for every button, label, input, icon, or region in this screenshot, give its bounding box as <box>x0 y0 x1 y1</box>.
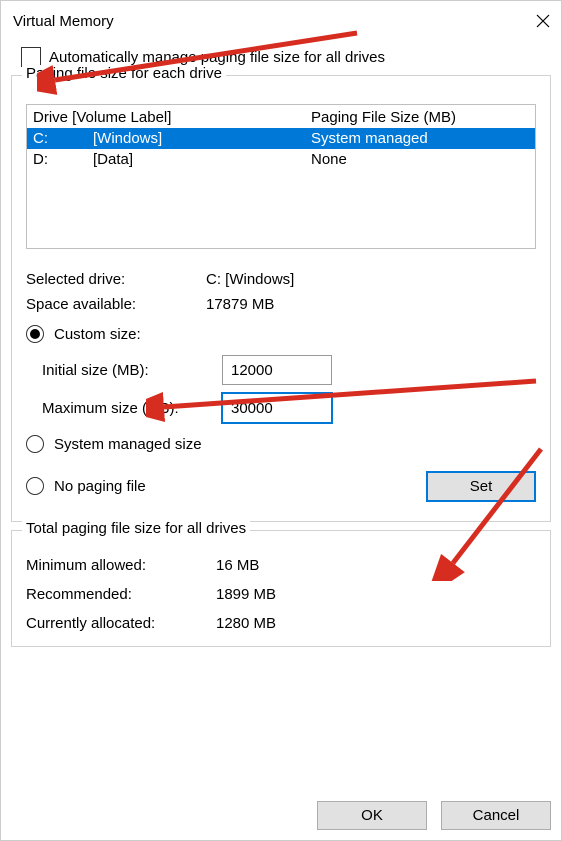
drive-volume: [Windows] <box>93 130 311 147</box>
drive-header-size: Paging File Size (MB) <box>311 109 529 126</box>
recommended-value: 1899 MB <box>216 586 536 603</box>
drive-header-drive: Drive [Volume Label] <box>33 109 311 126</box>
initial-size-input[interactable] <box>222 355 332 385</box>
drive-list-header: Drive [Volume Label] Paging File Size (M… <box>27 105 535 128</box>
close-icon[interactable] <box>535 13 551 29</box>
dialog-footer: OK Cancel <box>317 801 551 830</box>
system-managed-radio[interactable] <box>26 435 44 453</box>
auto-manage-label: Automatically manage paging file size fo… <box>49 49 385 66</box>
drive-letter: D: <box>33 151 93 168</box>
min-allowed-value: 16 MB <box>216 557 536 574</box>
recommended-label: Recommended: <box>26 586 216 603</box>
drive-row[interactable]: D: [Data] None <box>27 149 535 170</box>
allocated-label: Currently allocated: <box>26 615 216 632</box>
drive-volume: [Data] <box>93 151 311 168</box>
drive-list[interactable]: Drive [Volume Label] Paging File Size (M… <box>26 104 536 249</box>
auto-manage-row: Automatically manage paging file size fo… <box>21 47 545 67</box>
initial-size-row: Initial size (MB): <box>42 355 536 385</box>
window-title: Virtual Memory <box>13 13 114 30</box>
drive-size: None <box>311 151 529 168</box>
selected-drive-value: C: [Windows] <box>206 271 536 288</box>
max-size-input[interactable] <box>222 393 332 423</box>
no-paging-radio[interactable] <box>26 477 44 495</box>
custom-size-radio[interactable] <box>26 325 44 343</box>
no-paging-radio-row[interactable]: No paging file <box>26 477 146 495</box>
totals-fieldset: Total paging file size for all drives Mi… <box>11 530 551 647</box>
max-size-label: Maximum size (MB): <box>42 400 222 417</box>
allocated-value: 1280 MB <box>216 615 536 632</box>
ok-button[interactable]: OK <box>317 801 427 830</box>
auto-manage-checkbox[interactable] <box>21 47 41 67</box>
custom-size-radio-row[interactable]: Custom size: <box>26 325 536 343</box>
drive-fieldset: Paging file size for each drive Drive [V… <box>11 75 551 522</box>
selected-drive-label: Selected drive: <box>26 271 206 288</box>
initial-size-label: Initial size (MB): <box>42 362 222 379</box>
no-paging-label: No paging file <box>54 478 146 495</box>
cancel-button[interactable]: Cancel <box>441 801 551 830</box>
titlebar: Virtual Memory <box>1 1 561 41</box>
max-size-row: Maximum size (MB): <box>42 393 536 423</box>
space-available-value: 17879 MB <box>206 296 536 313</box>
selected-drive-info: Selected drive: C: [Windows] Space avail… <box>26 271 536 313</box>
space-available-label: Space available: <box>26 296 206 313</box>
system-managed-label: System managed size <box>54 436 202 453</box>
set-button[interactable]: Set <box>426 471 536 502</box>
drive-row[interactable]: C: [Windows] System managed <box>27 128 535 149</box>
system-managed-radio-row[interactable]: System managed size <box>26 435 536 453</box>
drive-letter: C: <box>33 130 93 147</box>
totals-legend: Total paging file size for all drives <box>22 520 250 537</box>
drive-legend: Paging file size for each drive <box>22 65 226 82</box>
min-allowed-label: Minimum allowed: <box>26 557 216 574</box>
drive-size: System managed <box>311 130 529 147</box>
custom-size-label: Custom size: <box>54 326 141 343</box>
